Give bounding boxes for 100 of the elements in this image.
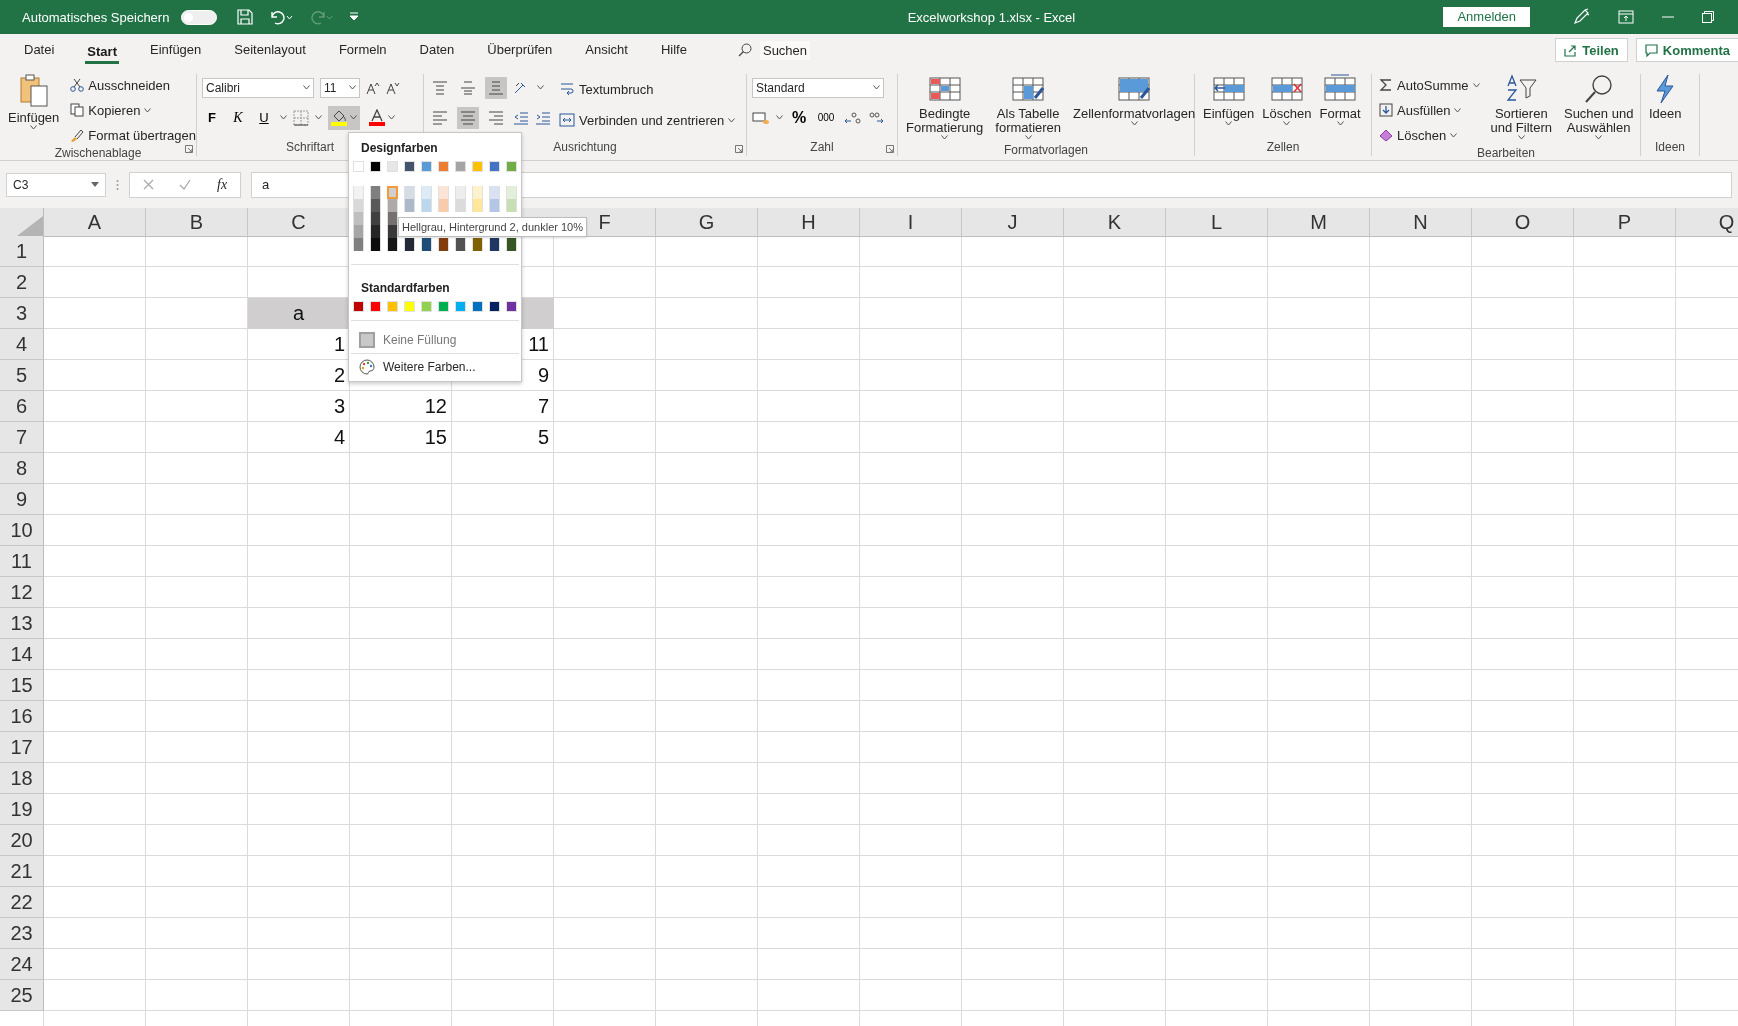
ribbon-tab[interactable]: Datei xyxy=(12,34,67,66)
column-header[interactable]: B xyxy=(146,208,248,237)
cut-button[interactable]: Ausschneiden xyxy=(68,74,198,96)
row-header[interactable]: 1 xyxy=(0,236,44,267)
undo-icon[interactable] xyxy=(269,9,294,25)
conditional-formatting-button[interactable]: Bedingte Formatierung xyxy=(903,74,987,143)
row-header[interactable]: 24 xyxy=(0,949,44,980)
row-header[interactable]: 14 xyxy=(0,639,44,670)
insert-function-button[interactable]: fx xyxy=(217,176,228,193)
name-box[interactable]: C3 xyxy=(6,172,106,197)
italic-button[interactable]: K xyxy=(228,109,248,126)
search-icon[interactable] xyxy=(737,43,752,57)
sort-filter-button[interactable]: Sortieren und Filtern xyxy=(1487,74,1555,146)
column-header[interactable]: O xyxy=(1472,208,1574,237)
row-header[interactable]: 17 xyxy=(0,732,44,763)
grow-font-icon[interactable] xyxy=(366,80,380,95)
row-header[interactable]: 9 xyxy=(0,484,44,515)
row-header[interactable]: 8 xyxy=(0,453,44,484)
align-center-button[interactable] xyxy=(457,106,479,129)
thousands-separator-button[interactable]: 000 xyxy=(815,112,837,123)
delete-button[interactable]: Löschen xyxy=(1259,74,1315,140)
ribbon-tab[interactable]: Überprüfen xyxy=(475,34,565,66)
copy-button[interactable]: Kopieren xyxy=(68,99,198,121)
row-header[interactable]: 22 xyxy=(0,887,44,918)
color-swatch[interactable] xyxy=(387,186,398,199)
column-header[interactable]: L xyxy=(1166,208,1268,237)
save-icon[interactable] xyxy=(237,9,254,25)
row-header[interactable]: 11 xyxy=(0,546,44,577)
row-header[interactable]: 3 xyxy=(0,298,44,329)
increase-decimal-icon[interactable] xyxy=(843,110,861,125)
menu-item[interactable]: Weitere Farben... xyxy=(349,356,521,378)
number-format-field[interactable]: Standard xyxy=(752,77,884,98)
search-field[interactable]: Suchen xyxy=(759,40,811,60)
row-header[interactable]: 20 xyxy=(0,825,44,856)
bold-button[interactable]: F xyxy=(202,110,222,125)
dialog-launcher-icon[interactable] xyxy=(185,145,193,153)
row-header[interactable]: 15 xyxy=(0,670,44,701)
dialog-launcher-icon[interactable] xyxy=(886,145,894,153)
clear-button[interactable]: Löschen xyxy=(1377,124,1482,146)
column-header[interactable]: K xyxy=(1064,208,1166,237)
increase-indent-icon[interactable] xyxy=(535,110,551,125)
column-header[interactable]: P xyxy=(1574,208,1676,237)
row-header[interactable]: 5 xyxy=(0,360,44,391)
column-header[interactable]: J xyxy=(962,208,1064,237)
column-header[interactable]: I xyxy=(860,208,962,237)
row-header[interactable]: 2 xyxy=(0,267,44,298)
paste-button[interactable]: Einfügen xyxy=(5,74,63,146)
row-header[interactable]: 25 xyxy=(0,980,44,1011)
shrink-font-icon[interactable] xyxy=(386,80,400,95)
comments-button[interactable]: Kommenta xyxy=(1635,38,1738,62)
ribbon-tab[interactable]: Seitenlayout xyxy=(222,34,318,66)
wrap-text-button[interactable]: Textumbruch xyxy=(557,78,738,100)
decrease-indent-icon[interactable] xyxy=(513,110,529,125)
ribbon-tab[interactable]: Formeln xyxy=(326,34,399,66)
percent-button[interactable]: % xyxy=(789,108,809,127)
row-header[interactable]: 21 xyxy=(0,856,44,887)
format-button[interactable]: Format xyxy=(1316,74,1364,140)
column-header[interactable]: G xyxy=(656,208,758,237)
format-painter-button[interactable]: Format übertragen xyxy=(68,124,198,146)
row-header[interactable]: 16 xyxy=(0,701,44,732)
find-select-button[interactable]: Suchen und Auswählen xyxy=(1560,74,1637,146)
dialog-launcher-icon[interactable] xyxy=(735,145,743,153)
ribbon-tab[interactable]: Hilfe xyxy=(648,34,699,66)
column-header[interactable]: M xyxy=(1268,208,1370,237)
accounting-format-icon[interactable] xyxy=(752,110,770,125)
column-header[interactable]: H xyxy=(758,208,860,237)
autosave-toggle[interactable] xyxy=(181,9,218,25)
ribbon-tab[interactable]: Daten xyxy=(407,34,467,66)
insert-button[interactable]: Einfügen xyxy=(1200,74,1258,140)
ribbon-tab[interactable]: Ansicht xyxy=(573,34,640,66)
column-header[interactable]: A xyxy=(44,208,146,237)
row-header[interactable]: 23 xyxy=(0,918,44,949)
underline-button[interactable]: U xyxy=(254,110,274,125)
ribbon-tab[interactable]: Einfügen xyxy=(138,34,214,66)
font-name-field[interactable]: Calibri xyxy=(202,77,314,98)
fill-color-button[interactable] xyxy=(328,105,360,130)
row-header[interactable]: 13 xyxy=(0,608,44,639)
sign-in-button[interactable]: Anmelden xyxy=(1443,7,1530,27)
font-size-field[interactable]: 11 xyxy=(320,77,360,98)
row-header[interactable]: 4 xyxy=(0,329,44,360)
row-header[interactable]: 10 xyxy=(0,515,44,546)
row-header[interactable]: 6 xyxy=(0,391,44,422)
cancel-icon[interactable] xyxy=(142,179,154,190)
merge-center-button[interactable]: Verbinden und zentrieren xyxy=(557,109,738,131)
row-header[interactable]: 7 xyxy=(0,422,44,453)
row-header[interactable]: 19 xyxy=(0,794,44,825)
cell-styles-button[interactable]: Zellenformatvorlagen xyxy=(1070,74,1199,143)
display-options-icon[interactable] xyxy=(1618,10,1634,24)
share-button[interactable]: Teilen xyxy=(1555,38,1628,62)
column-header[interactable]: N xyxy=(1370,208,1472,237)
ideas-button[interactable]: Ideen xyxy=(1646,74,1685,140)
fill-button[interactable]: Ausfüllen xyxy=(1377,99,1482,121)
format-as-table-button[interactable]: Als Tabelle formatieren xyxy=(992,74,1065,143)
customize-icon[interactable] xyxy=(349,12,360,22)
autosum-button[interactable]: AutoSumme xyxy=(1377,74,1482,96)
decrease-decimal-icon[interactable] xyxy=(867,110,885,125)
row-header[interactable]: 12 xyxy=(0,577,44,608)
borders-icon[interactable] xyxy=(293,109,309,126)
check-icon[interactable] xyxy=(179,179,192,190)
row-header[interactable]: 18 xyxy=(0,763,44,794)
